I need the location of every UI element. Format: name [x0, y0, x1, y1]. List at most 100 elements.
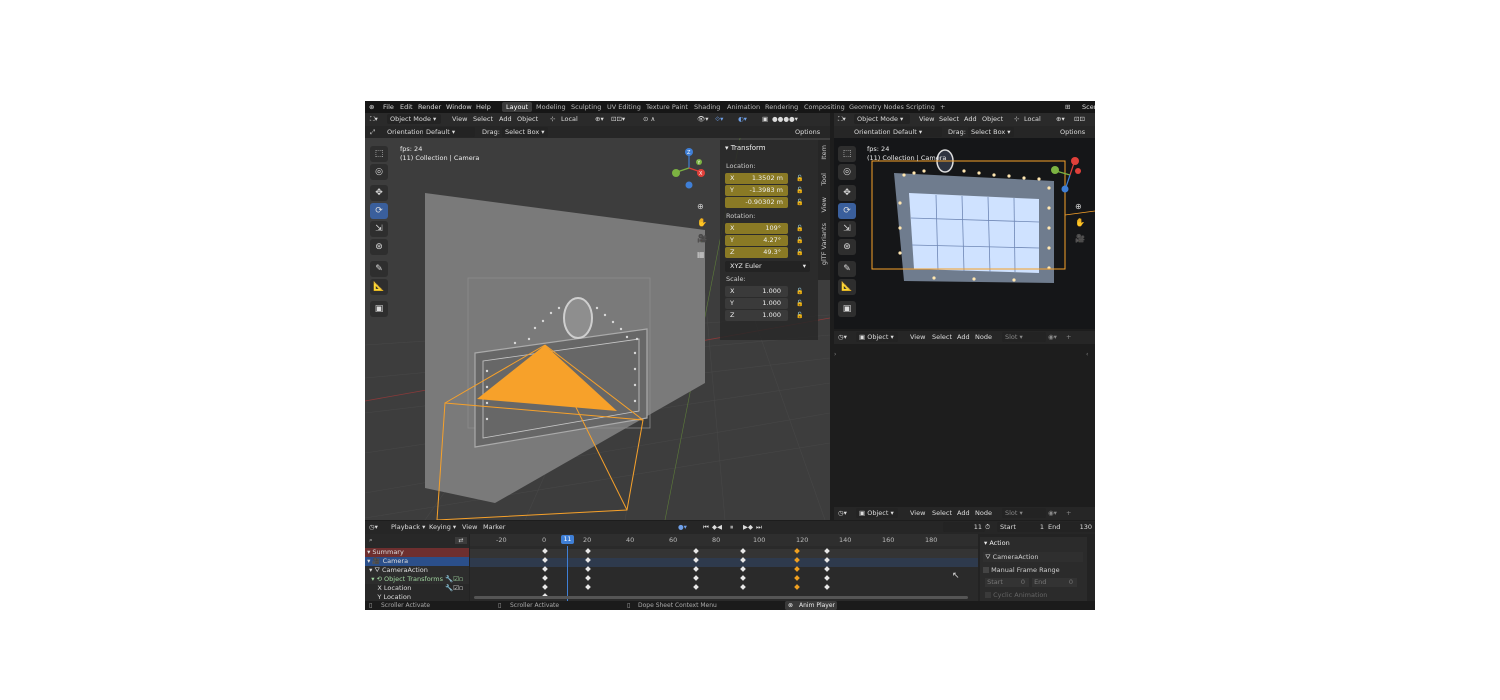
jump-start-icon[interactable]: ⏮: [703, 523, 709, 532]
tab-texture-paint[interactable]: Texture Paint: [646, 103, 688, 111]
transform-tool-icon[interactable]: ⊛: [370, 239, 388, 255]
new-material-button[interactable]: +: [1066, 333, 1071, 341]
dope-sheet[interactable]: ◷▾ Playback ▾ Keying ▾ View Marker ●▾ ⏮ …: [365, 521, 1095, 601]
menu-node[interactable]: Node: [975, 333, 992, 341]
keyframe[interactable]: [739, 584, 746, 590]
pivot-icon[interactable]: ⊕▾: [1056, 115, 1065, 123]
search-icon[interactable]: ⌕: [369, 536, 373, 545]
horizontal-scrollbar[interactable]: [474, 596, 968, 599]
keyframe[interactable]: [793, 575, 800, 581]
menu-object[interactable]: Object: [982, 115, 1003, 123]
swap-icon[interactable]: ⇄: [455, 537, 467, 544]
editor-type-icon[interactable]: ◷▾: [838, 333, 847, 341]
keyframe[interactable]: [823, 548, 830, 554]
add-cube-tool-icon[interactable]: ▣: [370, 301, 388, 317]
keyframe[interactable]: [739, 557, 746, 563]
menu-view[interactable]: View: [910, 509, 925, 517]
tab-scripting[interactable]: Scripting: [906, 103, 935, 111]
orientation-dropdown[interactable]: Default ▾: [423, 127, 475, 137]
add-cube-tool-icon[interactable]: ▣: [838, 301, 856, 317]
slot-dropdown[interactable]: Slot ▾: [1002, 332, 1046, 342]
channel-summary[interactable]: ▾ Summary: [365, 548, 469, 557]
lock-icon[interactable]: 🔓: [796, 237, 804, 244]
transform-space-dropdown[interactable]: Local: [561, 115, 578, 123]
end-frame-field[interactable]: End 130: [1045, 522, 1095, 532]
keyframe-region[interactable]: -20 0 20 40 60 80 100 120 140 160 180 11…: [470, 534, 978, 601]
options-dropdown[interactable]: Options: [795, 128, 820, 136]
keyframe[interactable]: [542, 566, 548, 572]
cursor-tool-icon[interactable]: ◎: [838, 164, 856, 180]
menu-select[interactable]: Select: [473, 115, 493, 123]
scene-name[interactable]: Scen: [1082, 103, 1095, 111]
keyframe[interactable]: [739, 548, 746, 554]
keyframe[interactable]: [739, 575, 746, 581]
menu-keying[interactable]: Keying ▾: [429, 523, 456, 531]
mode-dropdown[interactable]: Object Mode ▾: [387, 114, 441, 124]
tab-gltf-variants[interactable]: glTF Variants: [820, 223, 828, 265]
transform-tool-icon[interactable]: ⊛: [838, 239, 856, 255]
navigation-gizmo[interactable]: [1048, 153, 1092, 203]
shading-modes-icon[interactable]: ●●●●▾: [772, 115, 798, 123]
tab-tool[interactable]: Tool: [820, 173, 828, 186]
action-panel-header[interactable]: ▾ Action: [984, 539, 1010, 547]
scene-selector-icon[interactable]: ⊞: [1065, 103, 1070, 111]
annotate-tool-icon[interactable]: ✎: [370, 261, 388, 277]
rotation-x-field[interactable]: X 109°: [725, 223, 788, 234]
tab-uv-editing[interactable]: UV Editing: [607, 103, 641, 111]
lock-icon[interactable]: 🔓: [796, 199, 804, 206]
tab-geometry-nodes[interactable]: Geometry Nodes: [849, 103, 904, 111]
menu-object[interactable]: Object: [517, 115, 538, 123]
measure-tool-icon[interactable]: 📐: [370, 279, 388, 295]
measure-tool-icon[interactable]: 📐: [838, 279, 856, 295]
scale-x-field[interactable]: X 1.000: [725, 286, 788, 297]
channel-x-location[interactable]: X Location 🔧☑▫: [365, 584, 469, 593]
manual-frame-range-checkbox[interactable]: Manual Frame Range: [983, 566, 1060, 575]
keyframe[interactable]: [692, 575, 699, 581]
location-y-field[interactable]: Y -1.3983 m: [725, 185, 788, 196]
keyframe[interactable]: [542, 584, 548, 590]
keyframe[interactable]: [823, 584, 830, 590]
tab-view[interactable]: View: [820, 197, 828, 212]
lock-icon[interactable]: 🔓: [796, 175, 804, 182]
visibility-icon[interactable]: 👁▾: [697, 115, 709, 123]
menu-node[interactable]: Node: [975, 509, 992, 517]
menu-window[interactable]: Window: [446, 103, 472, 111]
menu-view[interactable]: View: [462, 523, 477, 531]
camera-viewport[interactable]: ⛶▾ Object Mode ▾ View Select Add Object …: [834, 113, 1095, 329]
pause-icon[interactable]: ⏸: [730, 523, 733, 532]
lock-icon[interactable]: 🔓: [796, 187, 804, 194]
start-frame-field[interactable]: Start 1: [997, 522, 1048, 532]
sidebar-expand-icon[interactable]: ‹: [1086, 351, 1088, 358]
channel-cameraaction[interactable]: ▾ ⛛ CameraAction: [365, 566, 469, 575]
move-tool-icon[interactable]: ✥: [838, 185, 856, 201]
scale-z-field[interactable]: Z 1.000: [725, 310, 788, 321]
lock-icon[interactable]: 🔓: [796, 312, 804, 319]
snap-icon[interactable]: ⊡⊡▾: [611, 115, 625, 123]
keyframe[interactable]: [692, 584, 699, 590]
close-icon[interactable]: ⊗: [788, 602, 793, 609]
scale-tool-icon[interactable]: ⇲: [370, 221, 388, 237]
keyframe[interactable]: [739, 566, 746, 572]
lock-icon[interactable]: 🔓: [796, 300, 804, 307]
transform-space-icon[interactable]: ⊹: [550, 115, 555, 123]
zoom-icon[interactable]: ⊕: [697, 202, 704, 211]
tab-sculpting[interactable]: Sculpting: [571, 103, 601, 111]
viewport-3d[interactable]: ⛶▾ Object Mode ▾ View Select Add Object …: [365, 113, 830, 520]
keyframe[interactable]: [793, 584, 800, 590]
rotate-tool-icon[interactable]: ⟳: [838, 203, 856, 219]
pan-hand-icon[interactable]: ✋: [1075, 218, 1085, 227]
location-x-field[interactable]: X 1.3502 m: [725, 173, 788, 184]
gizmo-toggle-icon[interactable]: ⟐▾: [715, 115, 723, 124]
node-type-dropdown[interactable]: ▣ Object ▾: [856, 508, 898, 518]
lock-icon[interactable]: 🔓: [796, 249, 804, 256]
transform-space-dropdown[interactable]: Local: [1024, 115, 1041, 123]
jump-end-icon[interactable]: ⏭: [756, 523, 762, 532]
keyframe[interactable]: [542, 557, 548, 563]
channel-camera[interactable]: ▾ 🎥 Camera: [365, 557, 469, 566]
menu-playback[interactable]: Playback ▾: [391, 523, 425, 531]
jump-keyframe-prev-icon[interactable]: ◆◀: [712, 523, 722, 531]
keyframe[interactable]: [793, 566, 800, 572]
keyframe[interactable]: [793, 557, 800, 563]
editor-type-icon[interactable]: ⛶▾: [370, 115, 378, 124]
tab-rendering[interactable]: Rendering: [765, 103, 798, 111]
